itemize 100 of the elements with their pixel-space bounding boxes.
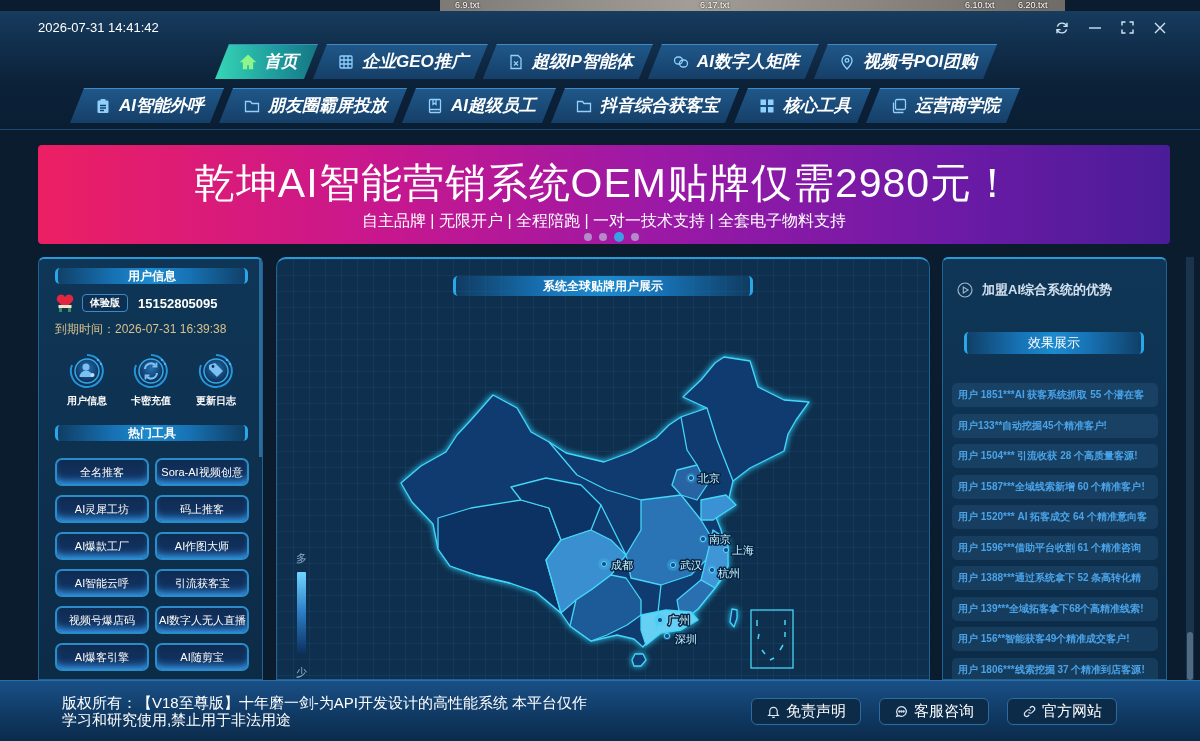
nav-tab[interactable]: 首页 [215,44,318,79]
banner-title: 乾坤AI智能营销系统OEM贴牌仅需2980元！ [193,159,1015,208]
disclaimer-button[interactable]: 免责声明 [751,697,861,725]
clipboard-icon [95,97,111,114]
tool-button[interactable]: AI灵犀工坊 [55,495,149,523]
city-label: 武汉 [680,559,702,571]
datetime: 2026-07-31 14:41:42 [38,20,159,35]
tag-icon [197,353,234,389]
support-button[interactable]: 客服咨询 [879,697,989,725]
result-item: 用户 156**智能获客49个精准成交客户! [952,627,1158,651]
tool-button[interactable]: 视频号爆店码 [55,606,149,634]
nav-tab[interactable]: 抖音综合获客宝 [551,88,739,123]
legend-label: 少 [296,666,307,678]
home-icon [240,53,256,70]
city-marker-icon [654,614,666,626]
shortcut-button[interactable]: 更新日志 [183,353,248,408]
scrollbar[interactable] [1186,257,1194,680]
scrollbar[interactable] [259,259,262,457]
result-item: 用户 1851***AI 获客系统抓取 55 个潜在客 [952,383,1158,407]
link-icon [1022,704,1036,718]
carousel-dot[interactable] [631,233,639,241]
heart-icon [55,293,75,313]
section-title: 系统全球贴牌用户展示 [453,276,753,296]
result-item: 用户 1587***全域线索新增 60 个精准客户! [952,474,1158,499]
nav-tab[interactable]: 运营商学院 [866,88,1020,123]
result-item: 用户 1388***通过系统拿下 52 条高转化精 [952,566,1158,590]
result-item: 用户 1806***线索挖掘 37 个精准到店客源! [952,657,1158,679]
minimize-icon [1089,26,1101,29]
inset-map-drawing [750,609,794,669]
carousel-dot[interactable] [584,233,592,241]
grid-squares-icon [759,97,775,114]
file-label: 6.20.txt [1018,0,1048,10]
overlapping-rings-icon [672,53,689,70]
nav-tab[interactable]: 视频号POI团购 [813,44,998,79]
book-icon [427,97,443,114]
tool-button[interactable]: AI爆客引擎 [55,643,149,671]
nav-tab[interactable]: AI数字人矩阵 [647,44,819,79]
result-item: 用户 1596***借助平台收割 61 个精准咨询 [952,535,1158,560]
shortcut-button[interactable]: 用户信息 [55,353,120,408]
close-button[interactable] [1154,21,1166,34]
nav-tab[interactable]: AI超级员工 [402,88,556,123]
section-title: 热门工具 [55,425,248,441]
promo-banner[interactable]: 乾坤AI智能营销系统OEM贴牌仅需2980元！ 自主品牌 | 无限开户 | 全程陪跑 | 一对一技术支持 | 全套电子物料支持 [38,145,1170,244]
file-label: 6.17.txt [700,0,730,10]
city-label: 上海 [732,544,754,556]
nav-tab[interactable]: 核心工具 [734,88,871,123]
phone-number: 15152805095 [138,295,218,311]
tool-button[interactable]: 码上推客 [155,495,249,523]
refresh-button[interactable] [1055,20,1069,35]
tool-button[interactable]: AI作图大师 [155,532,249,560]
refresh-icon [1055,20,1069,35]
tool-button[interactable]: 全名推客 [55,458,149,486]
banner-subtitle: 自主品牌 | 无限开户 | 全程陪跑 | 一对一技术支持 | 全套电子物料支持 [361,212,847,230]
tool-button[interactable]: AI数字人无人直播 [155,606,249,634]
result-item: 用户 139***全域拓客拿下68个高精准线索! [952,596,1158,621]
cycle-arrows-icon [133,353,170,389]
city-label: 深圳 [675,633,697,645]
result-item: 用户133**自动挖掘45个精准客户! [952,413,1158,438]
tool-button[interactable]: 引流获客宝 [155,569,249,597]
shortcut-button[interactable]: 卡密充值 [119,353,184,408]
plan-badge: 体验版 [82,294,128,312]
city-marker-icon [667,559,679,571]
maximize-icon [1121,21,1134,34]
expiry-time: 到期时间：2026-07-31 16:39:38 [55,321,228,338]
website-button[interactable]: 官方网站 [1007,697,1117,725]
city-marker-icon [699,535,707,543]
file-label: 6.10.txt [965,0,995,10]
nav-tab[interactable]: 企业GEO推广 [313,44,488,79]
carousel-dot[interactable] [614,232,624,242]
user-icon [69,353,106,389]
city-marker-icon [686,473,696,483]
result-item: 用户 1504*** 引流收获 28 个高质量客源! [952,444,1158,468]
tool-button[interactable]: AI智能云呼 [55,569,149,597]
tool-button[interactable]: AI随剪宝 [155,643,249,671]
nav-tab[interactable]: 超级IP智能体 [482,44,653,79]
advantages-link[interactable]: 加盟AI综合系统的优势 [982,281,1112,299]
table-icon [338,53,354,70]
result-item: 用户 1520*** AI 拓客成交 64 个精准意向客 [952,505,1158,529]
minimize-button[interactable] [1089,26,1101,29]
nav-tab[interactable]: AI智能外呼 [70,88,224,123]
play-circle-icon [957,282,973,298]
city-marker-icon [722,546,730,554]
tool-button[interactable]: Sora-AI视频创意 [155,458,249,486]
bell-icon [766,704,780,718]
city-marker-icon [663,632,671,640]
chat-bubble-icon [894,704,908,718]
maximize-button[interactable] [1121,21,1134,34]
city-label: 广州 [668,614,690,626]
section-title: 效果展示 [964,332,1144,354]
nav-tab[interactable]: 朋友圈霸屏投放 [219,88,407,123]
file-label: 6.9.txt [455,0,480,10]
carousel-dot[interactable] [599,233,607,241]
copyright-text: 版权所有：【V18至尊版】十年磨一剑-为API开发设计的高性能系统 本平台仅作学习和研究使用,禁止用于非法用途 [62,694,589,728]
document-icon [507,53,524,70]
city-marker-icon [598,558,610,570]
section-title: 用户信息 [55,268,248,284]
location-pin-icon [838,53,855,70]
tool-button[interactable]: AI爆款工厂 [55,532,149,560]
legend-label: 多 [296,552,307,564]
city-label: 成都 [611,559,633,571]
